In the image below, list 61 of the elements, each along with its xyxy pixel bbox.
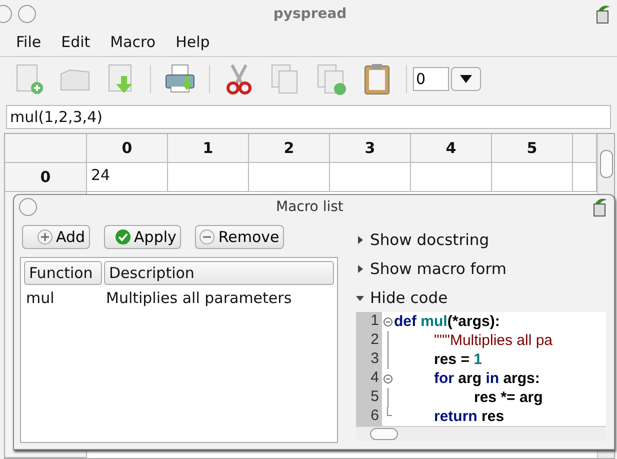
column-header[interactable]: Description [104,261,334,285]
menu-item[interactable]: Help [176,33,210,51]
expander[interactable]: Hide code [356,283,606,312]
expander[interactable]: Show macro form [356,254,606,283]
app-icon [592,197,608,217]
menu-item[interactable]: Edit [61,33,90,51]
line-number: 2 [356,331,382,350]
fold-icon[interactable] [383,316,393,326]
dialog-title: Macro list [276,199,344,215]
fold-icon[interactable] [383,374,393,384]
line-number: 4 [356,369,382,388]
code-line: """Multiplies all pa [433,332,553,349]
code-line: def mul(*args): [394,313,500,330]
caret-right-icon [356,236,364,244]
list-cell[interactable]: Multiplies all parameters [106,289,334,307]
column-header[interactable]: Function [24,261,102,285]
table-number-field[interactable]: 0 [413,67,449,91]
menu-item[interactable]: File [16,33,42,51]
minus-icon [199,229,216,245]
column-header[interactable] [573,134,597,163]
table-cell[interactable]: 24 [87,163,168,192]
caret-down-icon [356,294,364,302]
expander[interactable]: Show docstring [356,225,606,254]
formula-field[interactable]: mul(1,2,3,4) [6,105,611,129]
table-cell[interactable] [492,163,573,192]
table-cell[interactable] [330,163,411,192]
list-cell[interactable]: mul [24,289,106,307]
code-line: res = 1 [433,351,482,368]
plus-icon [37,229,53,245]
code-editor[interactable]: 1 def mul(*args): 2 """Multiplies all pa 3 res = 1 4 for arg in args: 5 res *= arg 6 return res [356,312,606,441]
line-number: 1 [356,312,382,331]
column-header[interactable]: 1 [168,134,249,163]
window-button[interactable] [18,5,36,23]
table-cell[interactable] [573,163,597,192]
row-header[interactable]: 0 [5,163,87,192]
line-number: 3 [356,350,382,369]
menu-item[interactable]: Macro [110,33,156,51]
app-icon [595,4,611,24]
window-title: pyspread [272,6,348,22]
code-line: res *= arg [473,389,543,406]
window-button[interactable] [19,198,37,216]
column-header[interactable]: 5 [492,134,573,163]
scrollbar[interactable] [356,426,606,441]
caret-icon [460,75,472,83]
column-header[interactable]: 0 [87,134,168,163]
table-cell[interactable] [411,163,492,192]
code-line: for arg in args: [433,370,540,387]
column-header[interactable]: 4 [411,134,492,163]
table-cell[interactable] [168,163,249,192]
dropdown-button[interactable] [451,67,481,91]
check-icon [115,229,132,245]
column-header[interactable]: 3 [330,134,411,163]
caret-right-icon [356,264,364,272]
table-cell[interactable] [249,163,330,192]
macro-button[interactable]: Remove [195,225,284,249]
column-header[interactable]: 2 [249,134,330,163]
macro-button[interactable]: Add [22,225,90,249]
line-number: 6 [356,407,382,426]
macro-button[interactable]: Apply [104,225,182,249]
line-number: 5 [356,388,382,407]
code-line: return res [433,408,504,425]
